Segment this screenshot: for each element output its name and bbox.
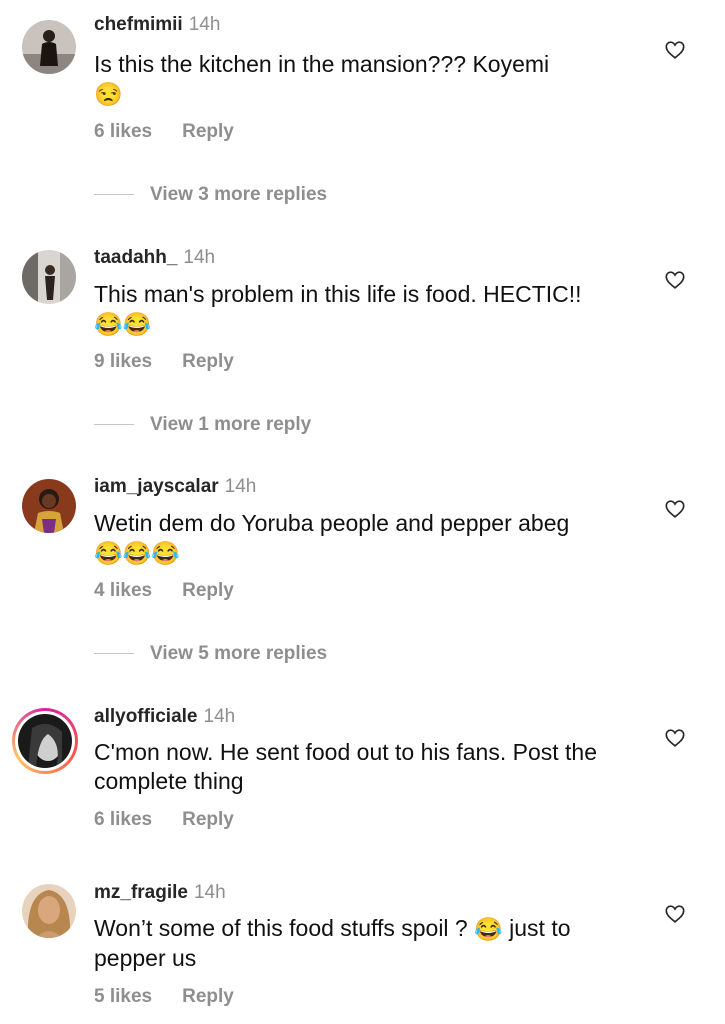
timestamp: 14h bbox=[183, 247, 216, 268]
timestamp: 14h bbox=[188, 14, 221, 35]
avatar[interactable] bbox=[22, 250, 76, 304]
likes-count[interactable]: 6 likes bbox=[94, 809, 152, 830]
view-replies-button[interactable]: View 1 more reply bbox=[94, 414, 311, 436]
comment-meta: 9 likes Reply bbox=[94, 351, 234, 373]
avatar[interactable] bbox=[22, 20, 76, 74]
username[interactable]: chefmimii bbox=[94, 14, 183, 35]
comment-meta: 6 likes Reply bbox=[94, 121, 234, 143]
avatar-image bbox=[18, 714, 72, 768]
divider bbox=[94, 194, 134, 196]
username-row: mz_fragile 14h bbox=[94, 882, 226, 904]
username[interactable]: allyofficiale bbox=[94, 706, 198, 727]
divider bbox=[94, 424, 134, 426]
avatar-image bbox=[22, 250, 76, 304]
comment-text: Wetin dem do Yoruba people and pepper ab… bbox=[94, 509, 634, 568]
reply-button[interactable]: Reply bbox=[182, 986, 234, 1007]
heart-icon[interactable] bbox=[664, 498, 686, 520]
avatar-image bbox=[22, 479, 76, 533]
view-replies-button[interactable]: View 3 more replies bbox=[94, 184, 327, 206]
comment-body-part-1: Won’t some of this food stuffs spoil ? bbox=[94, 915, 468, 941]
tears-of-joy-emoji-icon: 😂 bbox=[474, 916, 503, 943]
avatar[interactable] bbox=[22, 479, 76, 533]
username-row: allyofficiale 14h bbox=[94, 706, 235, 728]
tears-of-joy-emoji-icon: 😂😂 bbox=[94, 311, 152, 338]
comment-body: This man's problem in this life is food.… bbox=[94, 281, 582, 307]
username[interactable]: iam_jayscalar bbox=[94, 476, 219, 497]
heart-icon[interactable] bbox=[664, 269, 686, 291]
comment-text: Won’t some of this food stuffs spoil ? 😂… bbox=[94, 914, 634, 973]
comment-body: Is this the kitchen in the mansion??? Ko… bbox=[94, 51, 550, 77]
username-row: chefmimii 14h bbox=[94, 14, 220, 36]
likes-count[interactable]: 9 likes bbox=[94, 351, 152, 372]
timestamp: 14h bbox=[193, 882, 226, 903]
timestamp: 14h bbox=[203, 706, 236, 727]
comment-meta: 5 likes Reply bbox=[94, 986, 234, 1008]
divider bbox=[94, 653, 134, 655]
reply-button[interactable]: Reply bbox=[182, 580, 234, 601]
reply-button[interactable]: Reply bbox=[182, 121, 234, 142]
heart-icon[interactable] bbox=[664, 903, 686, 925]
avatar-with-story-ring[interactable] bbox=[12, 708, 78, 774]
username[interactable]: taadahh_ bbox=[94, 247, 177, 268]
username-row: iam_jayscalar 14h bbox=[94, 476, 256, 498]
comment-text: Is this the kitchen in the mansion??? Ko… bbox=[94, 50, 634, 109]
comment-body: Wetin dem do Yoruba people and pepper ab… bbox=[94, 510, 570, 536]
reply-button[interactable]: Reply bbox=[182, 809, 234, 830]
view-replies-label[interactable]: View 5 more replies bbox=[150, 643, 327, 664]
view-replies-label[interactable]: View 1 more reply bbox=[150, 414, 311, 435]
username-row: taadahh_ 14h bbox=[94, 247, 215, 269]
avatar-image bbox=[22, 20, 76, 74]
heart-icon[interactable] bbox=[664, 727, 686, 749]
avatar-image bbox=[22, 884, 76, 938]
comment-body: C'mon now. He sent food out to his fans.… bbox=[94, 739, 598, 794]
comment-text: This man's problem in this life is food.… bbox=[94, 280, 634, 339]
heart-icon[interactable] bbox=[664, 39, 686, 61]
reply-button[interactable]: Reply bbox=[182, 351, 234, 372]
view-replies-button[interactable]: View 5 more replies bbox=[94, 643, 327, 665]
timestamp: 14h bbox=[224, 476, 257, 497]
avatar[interactable] bbox=[22, 884, 76, 938]
comment-meta: 6 likes Reply bbox=[94, 809, 234, 831]
view-replies-label[interactable]: View 3 more replies bbox=[150, 184, 327, 205]
likes-count[interactable]: 6 likes bbox=[94, 121, 152, 142]
username[interactable]: mz_fragile bbox=[94, 882, 188, 903]
tears-of-joy-emoji-icon: 😂😂😂 bbox=[94, 540, 180, 567]
comment-text: C'mon now. He sent food out to his fans.… bbox=[94, 738, 634, 796]
story-ring-gap bbox=[15, 711, 75, 771]
unamused-emoji-icon: 😒 bbox=[94, 81, 123, 108]
comment-meta: 4 likes Reply bbox=[94, 580, 234, 602]
likes-count[interactable]: 5 likes bbox=[94, 986, 152, 1007]
likes-count[interactable]: 4 likes bbox=[94, 580, 152, 601]
